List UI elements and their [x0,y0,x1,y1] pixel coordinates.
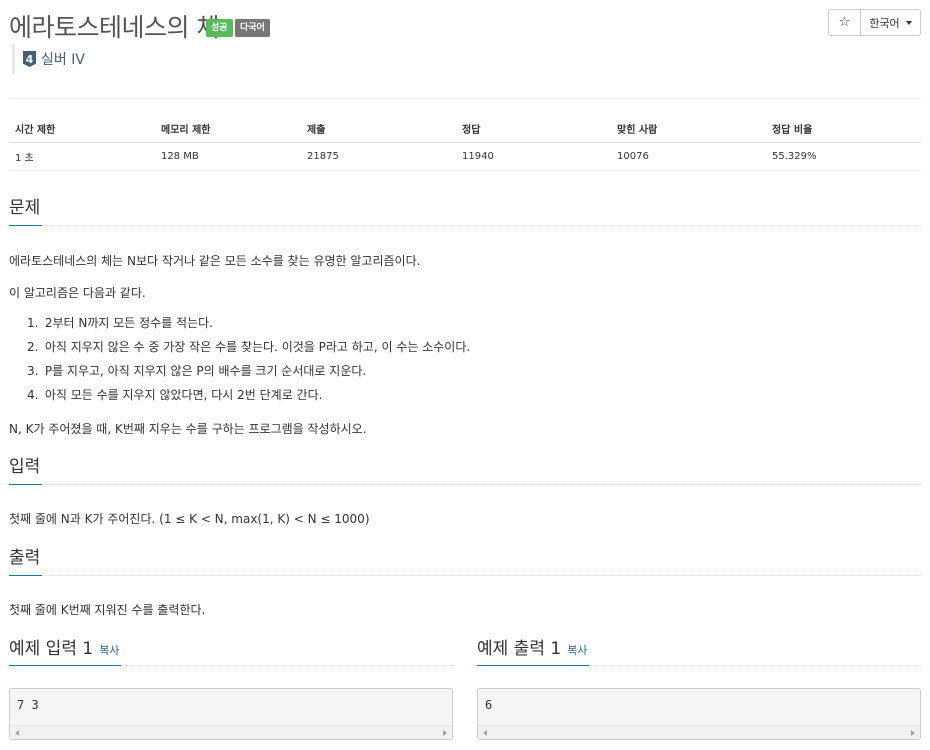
info-solved-users[interactable]: 10076 [611,142,766,171]
description-task: N, K가 주어졌을 때, K번째 지우는 수를 구하는 프로그램을 작성하시오… [9,422,367,436]
description-section-header: 문제 [9,194,921,226]
step-text: 2부터 N까지 모든 정수를 적는다. [44,316,213,330]
description-heading: 문제 [9,194,43,226]
input-description: 첫째 줄에 N과 K가 주어진다. (1 ≤ K < N, max(1, K) … [9,512,370,526]
sample-input-value: 7 3 [17,698,39,712]
step-number: 2. [27,340,39,354]
step-text: P를 지우고, 아직 지우지 않은 P의 배수를 크기 순서대로 지운다. [44,364,367,378]
caret-down-icon [905,20,912,25]
problem-toolbar: ☆ 한국어 [828,9,921,36]
page-title: 에라토스테네스의 체 [9,13,219,42]
scroll-right-arrow-icon[interactable] [911,730,915,736]
output-section-header: 출력 [9,544,921,576]
language-label: 한국어 [869,16,900,30]
horizontal-scrollbar[interactable] [478,725,920,739]
description-intro: 에라토스테네스의 체는 N보다 작거나 같은 모든 소수를 찾는 유명한 알고리… [9,254,421,268]
success-badge: 성공 [206,19,233,37]
info-header-row: 시간 제한 메모리 제한 제출 정답 맞힌 사람 정답 비율 [9,116,921,143]
sample-output-header: 예제 출력 1 복사 [477,634,921,666]
info-ratio: 55.329% [766,142,921,171]
copy-sample-input-button[interactable]: 복사 [99,644,119,657]
input-heading: 입력 [9,453,43,485]
multilang-badge: 다국어 [235,19,270,37]
step-number: 4. [27,388,39,402]
info-header-solved-users: 맞힌 사람 [611,116,766,143]
list-item: 4. 아직 모든 수를 지우지 않았다면, 다시 2번 단계로 간다. [24,388,470,412]
step-text: 아직 모든 수를 지우지 않았다면, 다시 2번 단계로 간다. [44,388,323,402]
horizontal-scrollbar[interactable] [10,725,452,739]
sample-input-header: 예제 입력 1 복사 [9,634,453,666]
sample-input-title: 예제 입력 1 [9,639,94,659]
step-number: 3. [27,364,39,378]
info-submissions[interactable]: 21875 [301,142,456,171]
info-value-row: 1 초 128 MB 21875 11940 10076 55.329% [9,142,921,171]
step-text: 아직 지우지 않은 수 중 가장 작은 수를 찾는다. 이것을 P라고 하고, … [44,340,471,354]
sample-output-value: 6 [485,698,493,712]
language-dropdown[interactable]: 한국어 [861,9,921,36]
sample-input-box[interactable]: 7 3 [9,688,453,740]
scroll-left-arrow-icon[interactable] [483,730,487,736]
info-time-limit: 1 초 [9,142,155,171]
star-icon: ☆ [838,15,851,30]
scroll-right-arrow-icon[interactable] [443,730,447,736]
algorithm-steps: 1. 2부터 N까지 모든 정수를 적는다. 2. 아직 지우지 않은 수 중 … [24,316,470,412]
info-header-submissions: 제출 [301,116,456,143]
output-description: 첫째 줄에 K번째 지워진 수를 출력한다. [9,603,206,617]
description-algo-intro: 이 알고리즘은 다음과 같다. [9,286,146,300]
info-header-accepted: 정답 [456,116,611,143]
favorite-button[interactable]: ☆ [828,9,861,36]
info-header-memory: 메모리 제한 [155,116,301,143]
copy-sample-output-button[interactable]: 복사 [567,644,587,657]
input-section-header: 입력 [9,453,921,485]
sample-output-title-wrap: 예제 출력 1 복사 [477,634,590,666]
step-number: 1. [27,316,39,330]
sample-output-title: 예제 출력 1 [477,639,562,659]
output-heading: 출력 [9,544,43,576]
info-accepted[interactable]: 11940 [456,142,611,171]
list-item: 3. P를 지우고, 아직 지우지 않은 P의 배수를 크기 순서대로 지운다. [24,364,470,388]
tier-info: 4 실버 IV [12,44,85,74]
problem-info-table: 시간 제한 메모리 제한 제출 정답 맞힌 사람 정답 비율 1 초 128 M… [9,116,921,171]
sample-input-panel: 예제 입력 1 복사 7 3 [9,634,453,740]
tier-badge-icon: 4 [23,51,36,67]
list-item: 1. 2부터 N까지 모든 정수를 적는다. [24,316,470,340]
sample-input-title-wrap: 예제 입력 1 복사 [9,634,122,666]
sample-output-box[interactable]: 6 [477,688,921,740]
tier-label[interactable]: 실버 IV [41,49,85,69]
sample-output-panel: 예제 출력 1 복사 6 [477,634,921,740]
header-divider [9,98,921,99]
info-header-time: 시간 제한 [9,116,155,143]
info-memory-limit: 128 MB [155,142,301,171]
scroll-left-arrow-icon[interactable] [15,730,19,736]
list-item: 2. 아직 지우지 않은 수 중 가장 작은 수를 찾는다. 이것을 P라고 하… [24,340,470,364]
info-header-ratio: 정답 비율 [766,116,921,143]
